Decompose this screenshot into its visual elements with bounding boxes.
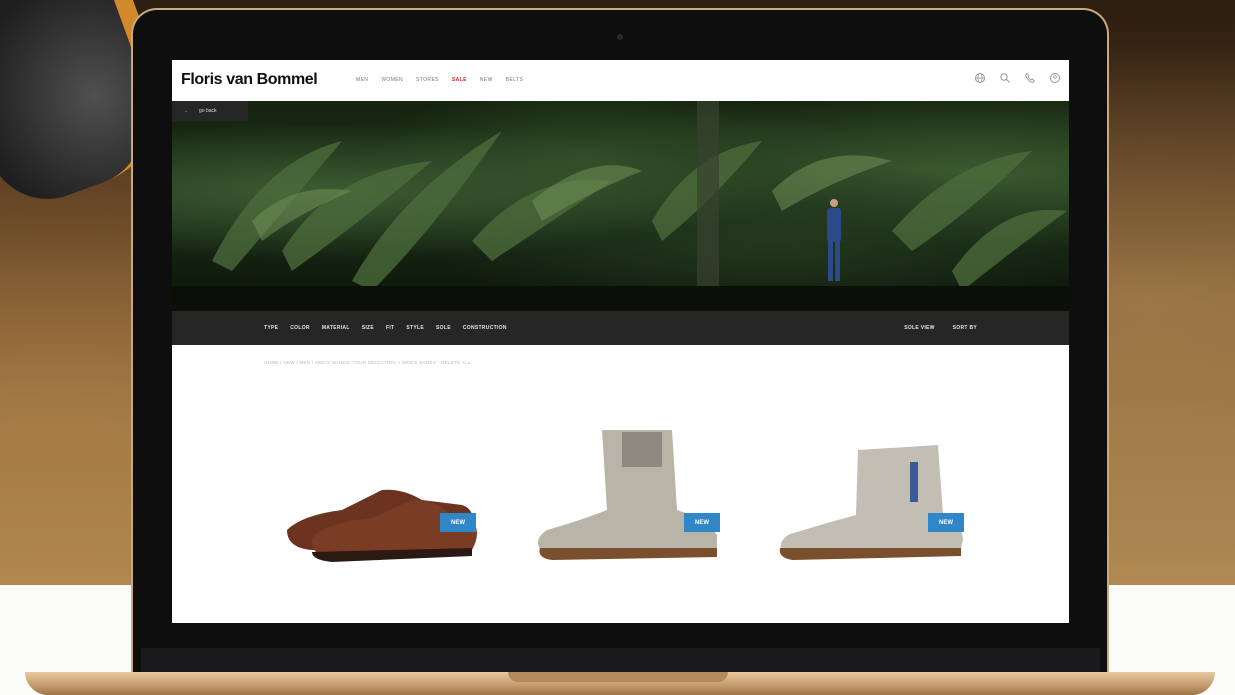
- nav-item-new[interactable]: NEW: [480, 77, 493, 83]
- new-badge: NEW: [928, 513, 964, 532]
- brand-logo[interactable]: Floris van Bommel: [181, 71, 318, 89]
- search-icon[interactable]: [999, 72, 1011, 84]
- new-badge: NEW: [684, 513, 720, 532]
- hero-banner-jungle: ← go back: [172, 101, 1069, 311]
- go-back-label: go back: [199, 108, 217, 114]
- product-image-derby: [287, 489, 477, 562]
- header-icons: [974, 72, 1061, 84]
- jungle-foliage: [172, 101, 1069, 311]
- browser-screen: Floris van Bommel MEN WOMEN STORES SALE …: [172, 60, 1069, 623]
- nav-item-sale[interactable]: SALE: [452, 77, 467, 83]
- product-card[interactable]: NEW: [768, 420, 988, 580]
- webcam: [617, 34, 623, 40]
- sole-view-toggle[interactable]: SOLE VIEW: [904, 325, 934, 331]
- filter-size[interactable]: SIZE: [362, 325, 374, 331]
- filter-sole[interactable]: SOLE: [436, 325, 451, 331]
- site-header: Floris van Bommel MEN WOMEN STORES SALE …: [172, 60, 1069, 102]
- product-image-chelsea-boot: [779, 445, 963, 560]
- nav-item-women[interactable]: WOMEN: [381, 77, 403, 83]
- new-badge: NEW: [440, 513, 476, 532]
- laptop-notch: [508, 672, 728, 682]
- filter-material[interactable]: MATERIAL: [322, 325, 350, 331]
- go-back-button[interactable]: ← go back: [172, 101, 248, 121]
- phone-icon[interactable]: [1024, 72, 1036, 84]
- model-figure: [827, 199, 841, 281]
- nav-item-belts[interactable]: BELTS: [506, 77, 523, 83]
- product-image-lace-boot: [538, 430, 717, 560]
- filter-construction[interactable]: CONSTRUCTION: [463, 325, 507, 331]
- filter-bar: TYPE COLOR MATERIAL SIZE FIT STYLE SOLE …: [172, 311, 1069, 345]
- filter-style[interactable]: STYLE: [406, 325, 424, 331]
- arrow-left-icon: ←: [184, 108, 189, 114]
- user-icon[interactable]: [1049, 72, 1061, 84]
- nav-item-men[interactable]: MEN: [356, 77, 368, 83]
- filter-fit[interactable]: FIT: [386, 325, 394, 331]
- filter-type[interactable]: TYPE: [264, 325, 278, 331]
- view-sort-controls: SOLE VIEW SORT BY: [904, 325, 977, 331]
- main-nav: MEN WOMEN STORES SALE NEW BELTS: [356, 77, 523, 83]
- filter-color[interactable]: COLOR: [290, 325, 310, 331]
- nav-item-stores[interactable]: STORES: [416, 77, 439, 83]
- sort-by-dropdown[interactable]: SORT BY: [953, 325, 977, 331]
- filter-list: TYPE COLOR MATERIAL SIZE FIT STYLE SOLE …: [264, 325, 507, 331]
- globe-icon[interactable]: [974, 72, 986, 84]
- breadcrumb[interactable]: HOME / NEW / MEN / MEN'S SHOES: YOUR SEL…: [264, 360, 471, 365]
- product-card[interactable]: NEW: [272, 420, 492, 580]
- laptop-hinge: [141, 648, 1100, 672]
- product-card[interactable]: NEW: [522, 420, 742, 580]
